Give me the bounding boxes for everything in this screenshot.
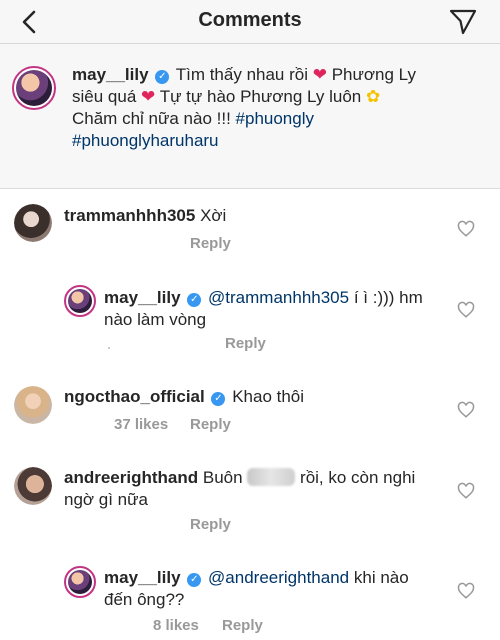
comment-text: trammanhhh305 Xời xyxy=(64,206,227,225)
hashtag-link[interactable]: #phuonglyharuharu xyxy=(72,131,219,150)
blurred-text xyxy=(247,468,296,486)
reply-button[interactable]: Reply xyxy=(190,516,231,533)
likes-count[interactable]: 8 likes xyxy=(153,617,199,634)
comment-username[interactable]: may__lily xyxy=(104,568,181,587)
heart-outline-icon[interactable] xyxy=(457,582,475,600)
reply-button[interactable]: Reply xyxy=(190,235,231,252)
heart-outline-icon[interactable] xyxy=(457,401,475,419)
comment-username[interactable]: may__lily xyxy=(104,288,181,307)
comment-text: ngocthao_official ✓ Khao thôi xyxy=(64,387,305,406)
verified-icon: ✓ xyxy=(211,392,226,406)
sunflower-emoji-icon: ✿ xyxy=(365,87,381,106)
mention-link[interactable]: @trammanhhh305 xyxy=(208,288,349,307)
top-bar: Comments xyxy=(0,0,500,44)
comment-text: andreerighthand Buôn rồi, ko còn nghi ng… xyxy=(64,468,416,509)
send-icon[interactable] xyxy=(448,6,478,36)
hashtag-link[interactable]: #phuongly xyxy=(236,109,314,128)
comment-text: may__lily ✓ @andreerighthand khi nào đến… xyxy=(104,568,409,609)
avatar[interactable] xyxy=(14,204,52,242)
avatar[interactable] xyxy=(12,66,56,110)
comment-username[interactable]: andreerighthand xyxy=(64,468,198,487)
comment-username[interactable]: ngocthao_official xyxy=(64,387,205,406)
caption-text: may__lily ✓ Tìm thấy nhau rồi ❤ Phương L… xyxy=(72,65,416,150)
comment-username[interactable]: trammanhhh305 xyxy=(64,206,195,225)
page-title: Comments xyxy=(198,9,302,31)
verified-icon: ✓ xyxy=(187,293,202,307)
reply-button[interactable]: Reply xyxy=(222,617,263,634)
reply-button[interactable]: Reply xyxy=(225,335,266,352)
avatar[interactable] xyxy=(64,285,96,317)
heart-emoji-icon: ❤ xyxy=(312,65,327,84)
verified-icon: ✓ xyxy=(155,70,170,84)
comment-text: may__lily ✓ @trammanhhh305 í ì :))) hm n… xyxy=(104,288,423,329)
avatar[interactable] xyxy=(14,386,52,424)
heart-emoji-icon: ❤ xyxy=(141,87,156,106)
heart-outline-icon[interactable] xyxy=(457,482,475,500)
post-caption: may__lily ✓ Tìm thấy nhau rồi ❤ Phương L… xyxy=(0,44,500,189)
avatar[interactable] xyxy=(14,467,52,505)
caption-username[interactable]: may__lily xyxy=(72,65,149,84)
heart-outline-icon[interactable] xyxy=(457,220,475,238)
divider-dot xyxy=(108,347,110,349)
heart-outline-icon[interactable] xyxy=(457,301,475,319)
mention-link[interactable]: @andreerighthand xyxy=(208,568,349,587)
avatar[interactable] xyxy=(64,566,96,598)
reply-button[interactable]: Reply xyxy=(190,416,231,433)
verified-icon: ✓ xyxy=(187,573,202,587)
likes-count[interactable]: 37 likes xyxy=(114,416,168,433)
